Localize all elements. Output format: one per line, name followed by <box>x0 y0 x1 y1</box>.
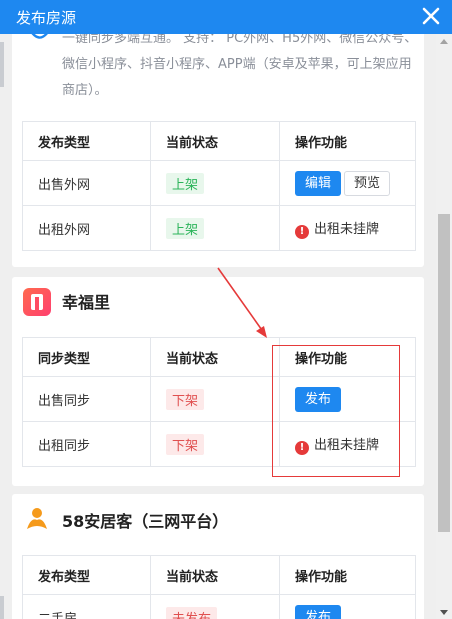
xingfuli-title: 幸福里 <box>62 293 111 312</box>
publish-type-cell: 二手房 <box>22 594 151 619</box>
sync-icon <box>31 34 48 39</box>
warning-text: 出租未挂牌 <box>314 221 380 237</box>
table-row: 二手房 未发布 发布 <box>22 594 416 619</box>
column-header: 当前状态 <box>150 337 280 377</box>
close-icon[interactable] <box>420 5 442 27</box>
status-badge: 下架 <box>166 433 205 455</box>
actions-cell: ! 出租未挂牌 <box>279 205 416 251</box>
left-edge-strip <box>0 596 4 619</box>
anjuke-title: 58安居客（三网平台） <box>62 512 229 531</box>
dialog-titlebar: 发布房源 <box>0 0 452 34</box>
table-row: 出租外网 上架 ! 出租未挂牌 <box>22 205 416 251</box>
status-badge: 上架 <box>166 172 205 194</box>
status-cell: 上架 <box>150 160 280 206</box>
status-cell: 下架 <box>150 421 280 467</box>
status-cell: 未发布 <box>150 594 280 619</box>
column-header: 当前状态 <box>150 555 280 595</box>
column-header: 发布类型 <box>22 121 151 161</box>
column-header: 同步类型 <box>22 337 151 377</box>
publish-type-cell: 出售外网 <box>22 160 151 206</box>
external-web-card: 一键同步多端互通。 支持： PC外网、H5外网、微信公众号、微信小程序、抖音小程… <box>12 34 424 267</box>
table-row: 出售外网 上架 编辑 预览 <box>22 160 416 206</box>
column-header: 发布类型 <box>22 555 151 595</box>
sync-type-cell: 出售同步 <box>22 376 151 422</box>
table-header-row: 发布类型 当前状态 操作功能 <box>22 121 416 161</box>
status-badge: 上架 <box>166 217 205 239</box>
publish-type-cell: 出租外网 <box>22 205 151 251</box>
preview-button[interactable]: 预览 <box>344 170 391 196</box>
error-icon: ! <box>295 224 309 239</box>
column-header: 操作功能 <box>279 555 416 595</box>
anjuke-table: 发布类型 当前状态 操作功能 二手房 未发布 发布 <box>22 555 416 619</box>
column-header: 当前状态 <box>150 121 280 161</box>
status-badge: 未发布 <box>166 606 218 619</box>
sync-description: 一键同步多端互通。 支持： PC外网、H5外网、微信公众号、微信小程序、抖音小程… <box>62 34 418 98</box>
scroll-up-arrow-icon[interactable] <box>440 39 448 44</box>
status-cell: 上架 <box>150 205 280 251</box>
xingfuli-logo-icon <box>23 288 51 316</box>
status-badge: 下架 <box>166 388 205 410</box>
anjuke-card: 58安居客（三网平台） 发布类型 当前状态 操作功能 二手房 未发布 发布 <box>12 494 424 619</box>
dialog-title: 发布房源 <box>16 9 77 27</box>
dialog-content[interactable]: 一键同步多端互通。 支持： PC外网、H5外网、微信公众号、微信小程序、抖音小程… <box>0 34 436 619</box>
sync-type-cell: 出租同步 <box>22 421 151 467</box>
actions-cell: 发布 <box>279 594 416 619</box>
publish-listing-dialog: 发布房源 一键同步多端互通。 支持： PC外网、H5外网、微信公众号、微信小程序… <box>0 0 452 619</box>
left-edge-strip <box>0 42 4 87</box>
status-cell: 下架 <box>150 376 280 422</box>
publish-button[interactable]: 发布 <box>295 604 342 619</box>
vertical-scrollbar[interactable] <box>436 34 452 619</box>
edit-button[interactable]: 编辑 <box>295 170 342 196</box>
scrollbar-thumb[interactable] <box>438 214 450 532</box>
annotation-highlight-box <box>272 345 400 477</box>
table-header-row: 发布类型 当前状态 操作功能 <box>22 555 416 595</box>
external-web-table: 发布类型 当前状态 操作功能 出售外网 上架 编辑 预览 出租外网 上架 ! 出租未… <box>22 121 416 251</box>
anjuke-logo-icon <box>27 508 47 529</box>
column-header: 操作功能 <box>279 121 416 161</box>
actions-cell: 编辑 预览 <box>279 160 416 206</box>
scroll-down-arrow-icon[interactable] <box>440 610 448 615</box>
